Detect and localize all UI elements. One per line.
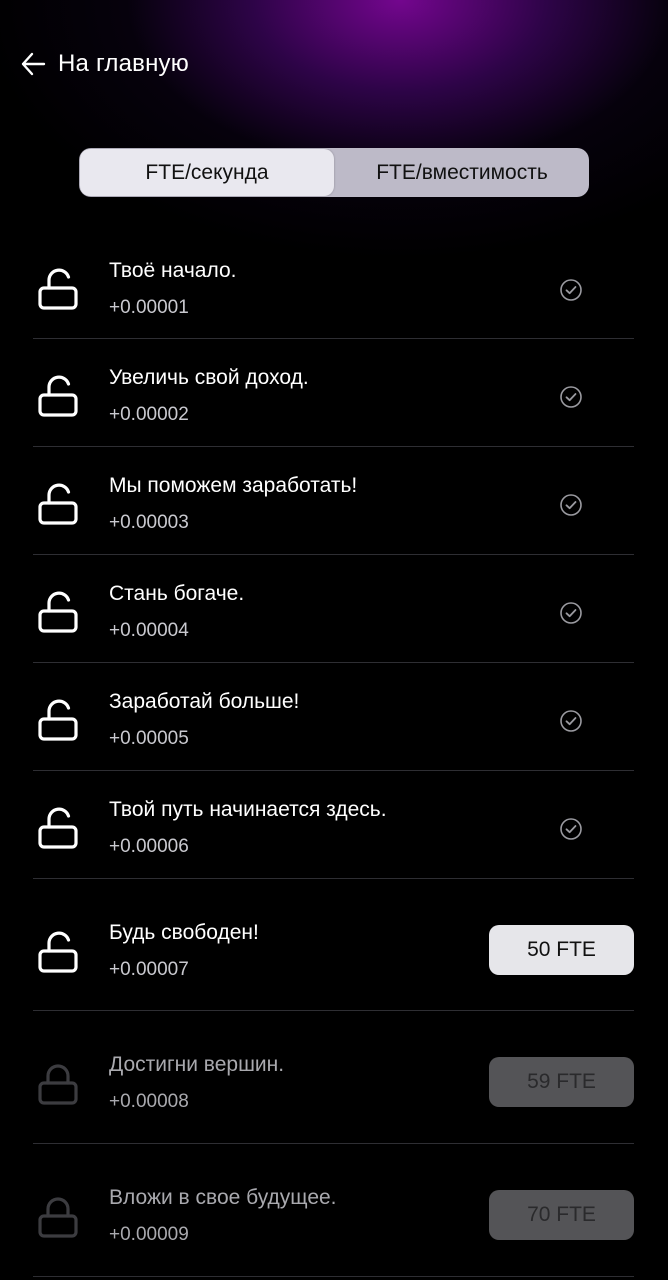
upgrade-value: +0.00003 [109,512,189,533]
upgrade-row: Вложи в свое будущее. +0.00009 70 FTE [33,1144,634,1277]
buy-upgrade-button[interactable]: 59 FTE [489,1057,634,1107]
upgrade-row: Твой путь начинается здесь. +0.00006 [33,771,634,879]
upgrade-title: Заработай больше! [109,690,300,713]
lock-open-icon [37,697,81,750]
upgrade-value: +0.00009 [109,1224,189,1245]
buy-upgrade-button[interactable]: 50 FTE [489,925,634,975]
upgrade-texts: Стань богаче. +0.00004 [109,582,244,642]
check-circle-icon [559,385,583,414]
upgrade-texts: Твоё начало. +0.00001 [109,259,236,319]
upgrade-value: +0.00005 [109,728,189,749]
upgrade-title: Вложи в свое будущее. [109,1186,337,1209]
upgrade-value: +0.00008 [109,1091,189,1112]
upgrade-title: Будь свободен! [109,921,259,944]
lock-open-icon [37,589,81,642]
lock-closed-icon [37,1194,81,1247]
lock-open-icon [37,805,81,858]
lock-open-icon [37,373,81,426]
tab-fte-per-second[interactable]: FTE/секунда [80,149,334,196]
upgrade-row: Увеличь свой доход. +0.00002 [33,339,634,447]
lock-open-icon [37,266,81,319]
rate-tabs: FTE/секунда FTE/вместимость [79,148,589,197]
check-circle-icon [559,709,583,738]
upgrade-texts: Вложи в свое будущее. +0.00009 [109,1186,337,1246]
upgrade-title: Мы поможем заработать! [109,474,358,497]
arrow-left-icon [20,51,46,77]
check-circle-icon [559,601,583,630]
upgrade-texts: Мы поможем заработать! +0.00003 [109,474,357,534]
upgrade-row: Твоё начало. +0.00001 [33,232,634,339]
upgrade-value: +0.00004 [109,620,189,641]
upgrade-texts: Увеличь свой доход. +0.00002 [109,366,309,426]
back-button[interactable]: На главную [20,44,189,84]
upgrade-row: Мы поможем заработать! +0.00003 [33,447,634,555]
upgrade-value: +0.00007 [109,959,189,980]
check-circle-icon [559,817,583,846]
upgrade-title: Стань богаче. [109,582,245,605]
upgrade-row: Стань богаче. +0.00004 [33,555,634,663]
upgrade-title: Достигни вершин. [109,1053,285,1076]
upgrade-row: Достигни вершин. +0.00008 59 FTE [33,1011,634,1144]
check-circle-icon [559,278,583,307]
upgrade-value: +0.00002 [109,404,189,425]
check-circle-icon [559,493,583,522]
tab-fte-capacity[interactable]: FTE/вместимость [335,148,589,197]
upgrade-texts: Твой путь начинается здесь. +0.00006 [109,798,387,858]
upgrade-title: Твой путь начинается здесь. [109,798,387,821]
upgrade-texts: Будь свободен! +0.00007 [109,921,259,981]
upgrade-texts: Заработай больше! +0.00005 [109,690,299,750]
buy-upgrade-button[interactable]: 70 FTE [489,1190,634,1240]
lock-open-icon [37,929,81,982]
upgrade-title: Твоё начало. [109,259,237,282]
upgrade-value: +0.00006 [109,836,189,857]
upgrade-title: Увеличь свой доход. [109,366,309,389]
upgrade-value: +0.00001 [109,297,189,318]
upgrade-row: Заработай больше! +0.00005 [33,663,634,771]
lock-closed-icon [37,1061,81,1114]
lock-open-icon [37,481,81,534]
back-label: На главную [58,50,189,77]
upgrade-row: Будь свободен! +0.00007 50 FTE [33,879,634,1011]
upgrade-texts: Достигни вершин. +0.00008 [109,1053,284,1113]
upgrade-list: Твоё начало. +0.00001 Увеличь свой доход. +… [33,232,634,1277]
